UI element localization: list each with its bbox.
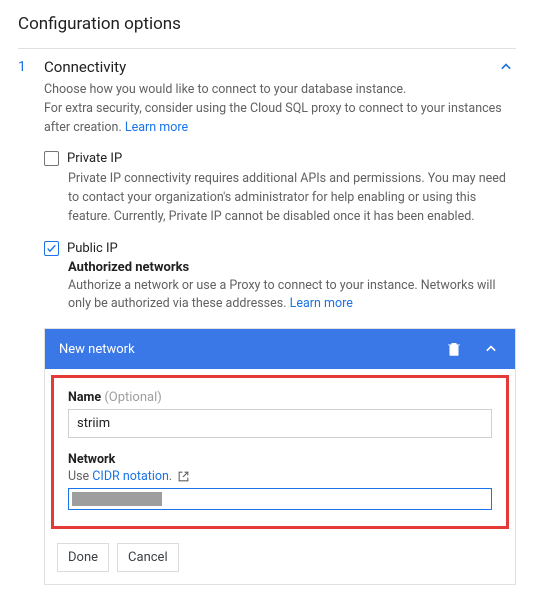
authorized-networks-description: Authorize a network or use a Proxy to co… (68, 277, 516, 315)
delete-icon[interactable] (445, 340, 463, 358)
cancel-button[interactable]: Cancel (117, 543, 179, 572)
network-form: Name (Optional) Network Use CIDR notatio… (51, 375, 509, 529)
private-ip-checkbox[interactable]: Private IP (44, 151, 516, 166)
network-field-label: Network (68, 452, 492, 467)
public-ip-label: Public IP (67, 241, 118, 256)
public-ip-option: Public IP Authorized networks Authorize … (44, 241, 516, 315)
chevron-up-icon[interactable] (481, 339, 501, 359)
name-field-label: Name (Optional) (68, 390, 492, 405)
checkbox-checked-icon (44, 241, 59, 256)
learn-more-link[interactable]: Learn more (125, 120, 188, 135)
network-field-help: Use CIDR notation. (68, 469, 492, 484)
section-header-connectivity[interactable]: Connectivity (44, 53, 516, 79)
external-link-icon (177, 470, 190, 483)
cidr-notation-link[interactable]: CIDR notation (92, 469, 169, 484)
private-ip-label: Private IP (67, 151, 122, 166)
learn-more-link-auth[interactable]: Learn more (290, 296, 353, 311)
private-ip-option: Private IP Private IP connectivity requi… (44, 151, 516, 226)
page-title: Configuration options (18, 14, 516, 34)
new-network-header[interactable]: New network (45, 329, 515, 369)
authorized-networks-heading: Authorized networks (68, 260, 516, 275)
divider (18, 48, 516, 49)
public-ip-checkbox[interactable]: Public IP (44, 241, 516, 256)
private-ip-description: Private IP connectivity requires additio… (68, 170, 516, 226)
section-title: Connectivity (44, 58, 126, 76)
section-description: Choose how you would like to connect to … (44, 81, 516, 137)
network-input[interactable] (68, 488, 492, 510)
new-network-card: New network Name (Optional) (44, 328, 516, 585)
new-network-title: New network (59, 342, 135, 357)
chevron-up-icon (496, 57, 516, 77)
name-input[interactable] (68, 409, 492, 438)
network-input-value (72, 492, 162, 506)
checkbox-unchecked-icon (44, 151, 59, 166)
step-number: 1 (18, 53, 44, 585)
done-button[interactable]: Done (57, 543, 109, 572)
